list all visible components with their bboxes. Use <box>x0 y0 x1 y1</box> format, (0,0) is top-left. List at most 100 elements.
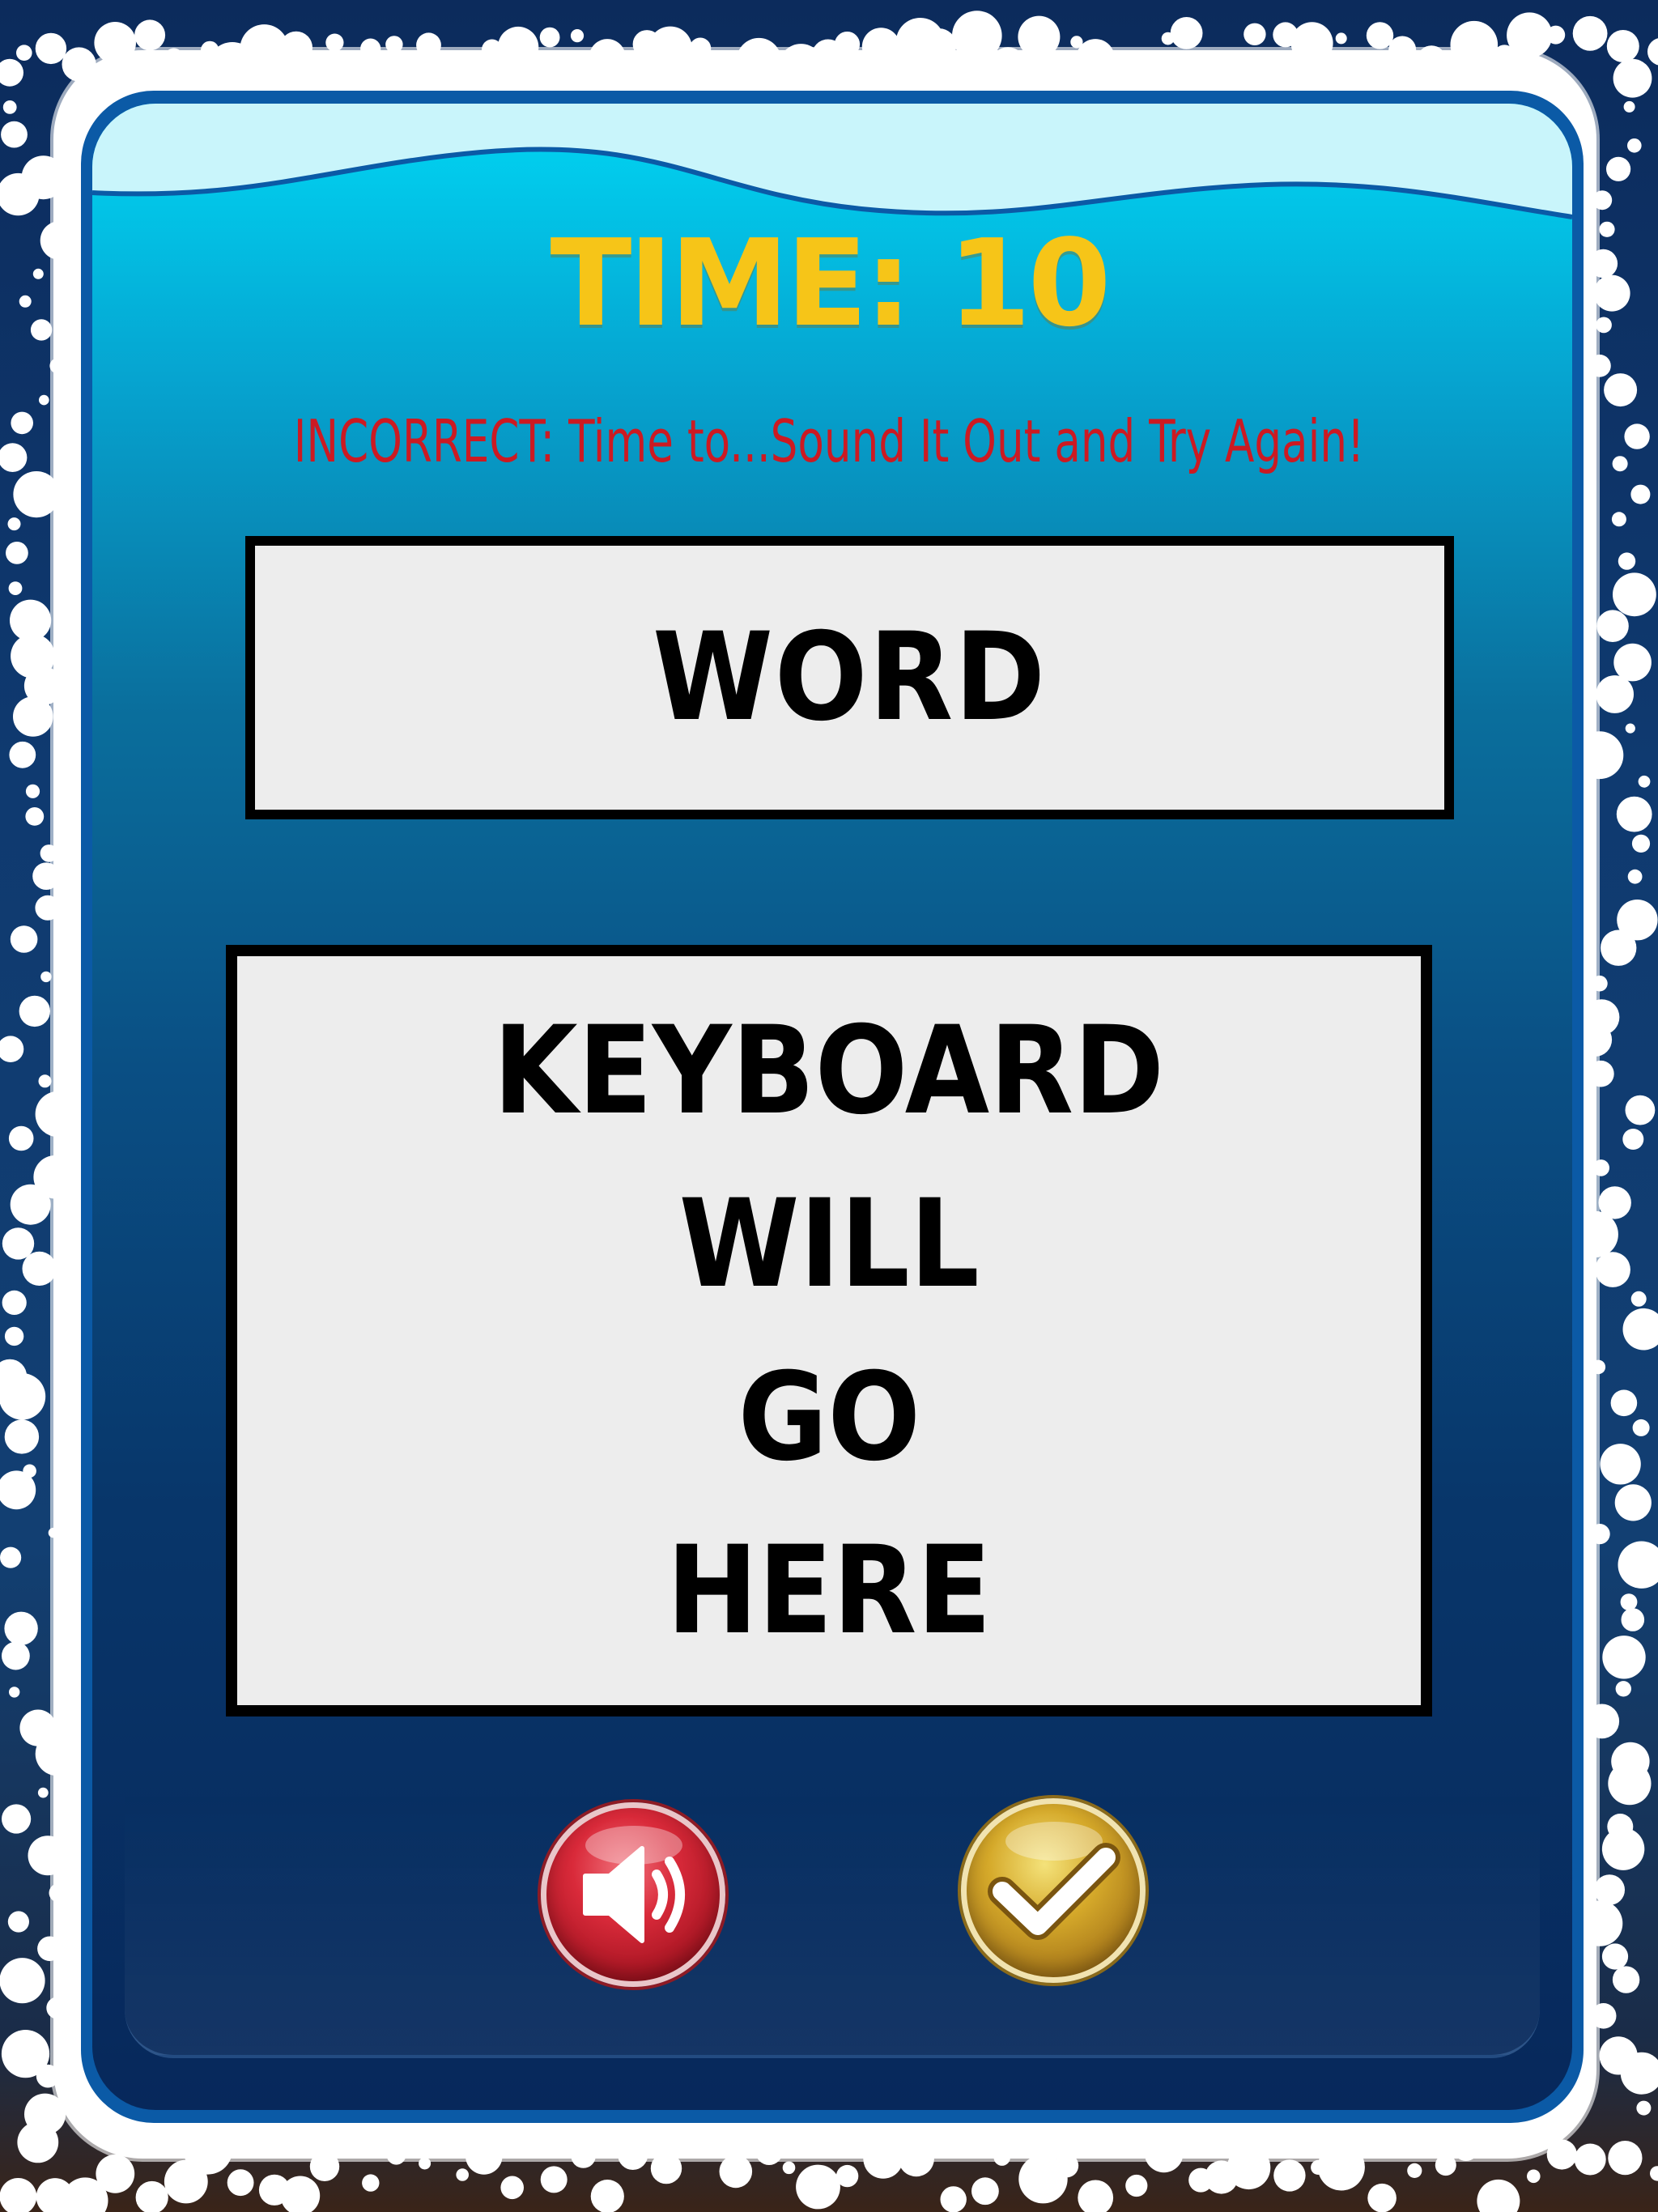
bubble <box>540 2166 568 2193</box>
bubble <box>1601 929 1637 966</box>
bubble <box>1 121 28 148</box>
keyboard-placeholder-line: KEYBOARD <box>493 1000 1165 1142</box>
timer-display: TIME: 10 <box>550 214 1111 353</box>
word-display-text: WORD <box>653 607 1047 748</box>
bubble <box>1612 456 1628 472</box>
bubble <box>1612 1966 1640 1993</box>
panel-wave-cap <box>92 104 1572 219</box>
bubble <box>4 1611 38 1646</box>
bubble <box>1650 2166 1658 2181</box>
bubble <box>135 2180 168 2212</box>
submit-answer-button[interactable] <box>961 1798 1146 1983</box>
bubble <box>2 1290 27 1315</box>
bubble <box>9 1687 20 1698</box>
bubble <box>1622 1308 1658 1351</box>
bubble <box>1611 512 1626 527</box>
keyboard-placeholder-box[interactable]: KEYBOARD WILL GO HERE <box>226 945 1432 1716</box>
bubble <box>1596 675 1634 713</box>
bubble <box>1613 643 1652 682</box>
bubble <box>1527 2169 1541 2184</box>
bubble <box>8 581 23 595</box>
bubble <box>1600 1444 1641 1485</box>
bubble <box>19 995 50 1027</box>
bubble <box>39 394 49 406</box>
bubble <box>1638 775 1651 788</box>
bubble <box>1170 17 1203 49</box>
bubble <box>16 45 32 61</box>
bubble <box>1610 1389 1638 1417</box>
bubble <box>1622 1129 1644 1150</box>
bubble <box>1627 138 1642 153</box>
bubble <box>1627 869 1643 884</box>
bubble <box>325 33 344 52</box>
bubble <box>134 19 166 51</box>
bubble <box>1630 1291 1647 1307</box>
bubble <box>4 1419 40 1454</box>
bubble <box>2 100 17 114</box>
bubble <box>1606 30 1639 62</box>
bubble <box>1608 2141 1643 2176</box>
bubble <box>1273 2159 1306 2192</box>
bubble <box>1546 25 1566 45</box>
bubble <box>782 2161 796 2175</box>
bubble <box>227 2169 254 2197</box>
bubble <box>1601 1827 1645 1870</box>
bubble <box>1590 2145 1601 2156</box>
bubble <box>0 58 23 87</box>
bubble <box>1636 2100 1652 2116</box>
bubble <box>1335 32 1347 45</box>
checkmark-icon <box>988 1843 1120 1940</box>
bubble <box>37 1787 49 1798</box>
bubble <box>1595 1252 1630 1287</box>
keyboard-placeholder-line: HERE <box>666 1520 992 1661</box>
bubble <box>25 807 45 826</box>
panel-inner-glow <box>125 1788 1540 2058</box>
bubble <box>1613 572 1656 617</box>
bubble <box>1616 796 1652 832</box>
keyboard-placeholder-line: GO <box>738 1346 920 1488</box>
bubble <box>719 2155 753 2189</box>
bubble <box>10 1184 51 1225</box>
bubble <box>22 1251 57 1286</box>
bubble <box>1647 38 1658 66</box>
bubble <box>796 2164 840 2210</box>
bubble <box>1608 1762 1652 1806</box>
bubble <box>25 784 40 798</box>
bubble <box>940 2186 967 2212</box>
bubble <box>419 2157 432 2170</box>
bubble <box>539 27 560 48</box>
bubble <box>0 443 28 472</box>
bubble <box>570 29 585 43</box>
bubble <box>13 696 53 737</box>
bubble <box>1125 2174 1148 2197</box>
bubble <box>35 32 67 65</box>
bubble <box>4 1326 24 1346</box>
bubble <box>1244 23 1266 45</box>
bubble <box>0 1958 45 2004</box>
play-sound-button[interactable] <box>541 1802 725 1987</box>
bubble <box>8 1125 34 1151</box>
bubble <box>1572 15 1608 51</box>
bubble <box>1606 156 1631 181</box>
bubble <box>7 517 21 531</box>
bubble <box>1602 1636 1646 1679</box>
bubble <box>17 2121 59 2163</box>
bubble <box>40 971 52 983</box>
bubble <box>835 2164 859 2188</box>
bubble <box>1618 1541 1658 1589</box>
bubble <box>1625 723 1635 734</box>
bubble <box>1625 1095 1656 1125</box>
bubble <box>1477 2179 1520 2212</box>
feedback-message: INCORRECT: Time to...Sound It Out and Tr… <box>293 407 1365 475</box>
bubble <box>7 1911 29 1933</box>
bubble <box>362 2174 380 2192</box>
bubble <box>971 2177 999 2206</box>
bubble <box>11 411 33 435</box>
word-display-box: WORD <box>245 536 1454 819</box>
bubble <box>10 925 38 953</box>
bubble <box>1366 22 1394 49</box>
bubble <box>1601 1943 1629 1970</box>
bubble <box>1604 373 1638 407</box>
bubble <box>1620 1593 1638 1610</box>
bubble <box>1407 2163 1422 2178</box>
